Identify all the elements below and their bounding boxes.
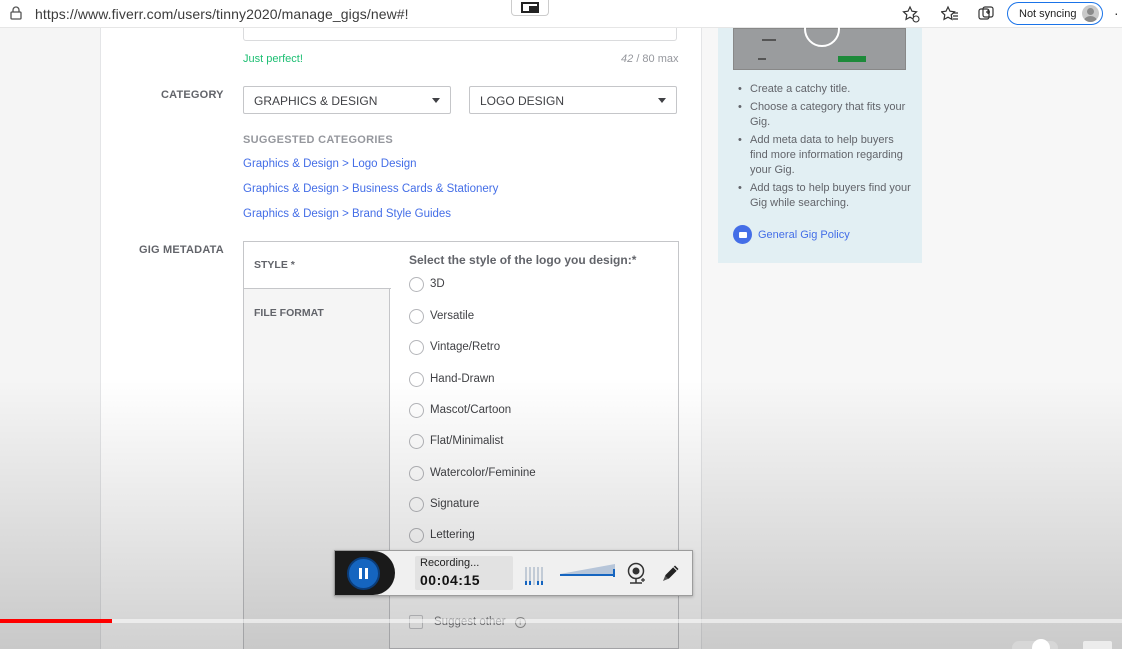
style-question: Select the style of the logo you design:… [409,253,637,267]
char-count-value: 42 [621,53,634,65]
style-option-watercolor-feminine[interactable]: Watercolor/Feminine [409,464,536,482]
video-camera-icon [733,225,752,244]
title-char-count: 42 / 80 max [621,53,679,65]
profile-sync-button[interactable]: Not syncing [1007,2,1103,25]
sync-status-label: Not syncing [1019,8,1077,20]
option-label: Lettering [430,529,475,541]
thumbnail-detail [758,58,766,60]
play-icon [804,11,840,47]
general-gig-policy-link[interactable]: General Gig Policy [733,225,850,244]
tip-item: Add tags to help buyers find your Gig wh… [738,181,913,211]
gig-title-input[interactable] [243,28,677,41]
add-favorite-icon[interactable] [902,5,920,23]
favorites-icon[interactable] [941,5,959,23]
recording-label: Recording... [420,557,480,569]
style-option-flat-minimalist[interactable]: Flat/Minimalist [409,432,503,450]
thumbnail-button [838,56,866,62]
category-label: CATEGORY [161,89,224,101]
collections-icon[interactable] [977,5,995,23]
chevron-down-icon [432,98,440,103]
screen-recorder-bar: Recording... 00:04:15 [334,550,693,596]
policy-link-label: General Gig Policy [758,228,850,241]
radio-button[interactable] [409,276,424,292]
picture-in-picture-icon [521,2,539,13]
char-count-max: / 80 max [636,53,679,65]
pencil-icon[interactable] [660,562,682,584]
suggested-category-link[interactable]: Graphics & Design > Logo Design [243,158,417,170]
category-select-value: GRAPHICS & DESIGN [254,94,378,108]
tab-style[interactable]: STYLE * [244,242,391,289]
style-option-lettering[interactable]: Lettering [409,526,475,544]
style-option-versatile[interactable]: Versatile [409,307,474,325]
option-label: Versatile [430,310,475,322]
audio-level-icon [525,563,545,585]
lock-icon[interactable] [10,6,22,20]
tip-item: Add meta data to help buyers find more i… [738,133,913,178]
option-label: Hand-Drawn [430,373,495,385]
subcategory-select-value: LOGO DESIGN [480,94,565,108]
tab-file-format[interactable]: FILE FORMAT [244,290,390,337]
captions-button[interactable] [1083,641,1112,649]
tips-video-thumbnail[interactable] [733,11,906,70]
option-label: Vintage/Retro [430,341,501,353]
style-option-3d[interactable]: 3D [409,275,445,293]
radio-button[interactable] [409,527,424,543]
style-option-signature[interactable]: Signature [409,495,479,513]
style-option-hand-drawn[interactable]: Hand-Drawn [409,370,495,388]
tip-item: Create a catchy title. [738,82,913,97]
option-label: Mascot/Cartoon [430,404,512,416]
tips-list: Create a catchy title. Choose a category… [738,82,913,214]
radio-button[interactable] [409,402,424,418]
recorder-control-area [335,551,395,595]
page-background [0,28,100,649]
style-option-mascot-cartoon[interactable]: Mascot/Cartoon [409,401,511,419]
volume-ramp [560,564,615,574]
url-text[interactable]: https://www.fiverr.com/users/tinny2020/m… [35,6,409,22]
option-label: Flat/Minimalist [430,435,504,447]
autoplay-toggle[interactable] [1012,639,1058,649]
category-select[interactable]: GRAPHICS & DESIGN [243,86,451,114]
more-menu-icon[interactable]: · [1114,5,1119,21]
tip-item: Choose a category that fits your Gig. [738,100,913,130]
radio-button[interactable] [409,371,424,387]
option-label: Watercolor/Feminine [430,467,536,479]
pause-button[interactable] [347,557,380,590]
radio-button[interactable] [409,339,424,355]
volume-slider-handle[interactable] [613,569,615,577]
option-label: Signature [430,498,480,510]
title-feedback: Just perfect! [243,53,303,65]
radio-button[interactable] [409,496,424,512]
avatar [1082,5,1099,22]
radio-button[interactable] [409,308,424,324]
video-progress-track[interactable] [0,619,1122,623]
volume-slider[interactable] [560,574,615,576]
subcategory-select[interactable]: LOGO DESIGN [469,86,677,114]
picture-in-picture-button[interactable] [511,0,549,16]
thumbnail-detail [762,39,776,41]
recording-timer: 00:04:15 [420,572,481,588]
option-label: 3D [430,278,445,290]
radio-button[interactable] [409,433,424,449]
webcam-icon[interactable] [626,562,646,586]
video-progress-played[interactable] [0,619,113,623]
suggested-category-link[interactable]: Graphics & Design > Brand Style Guides [243,208,451,220]
chevron-down-icon [658,98,666,103]
radio-button[interactable] [409,465,424,481]
gig-metadata-label: GIG METADATA [139,244,224,256]
suggested-categories-title: SUGGESTED CATEGORIES [243,134,394,146]
suggested-category-link[interactable]: Graphics & Design > Business Cards & Sta… [243,183,498,195]
recording-status: Recording... 00:04:15 [415,556,513,590]
style-option-vintage-retro[interactable]: Vintage/Retro [409,338,500,356]
address-bar: https://www.fiverr.com/users/tinny2020/m… [0,0,1122,28]
